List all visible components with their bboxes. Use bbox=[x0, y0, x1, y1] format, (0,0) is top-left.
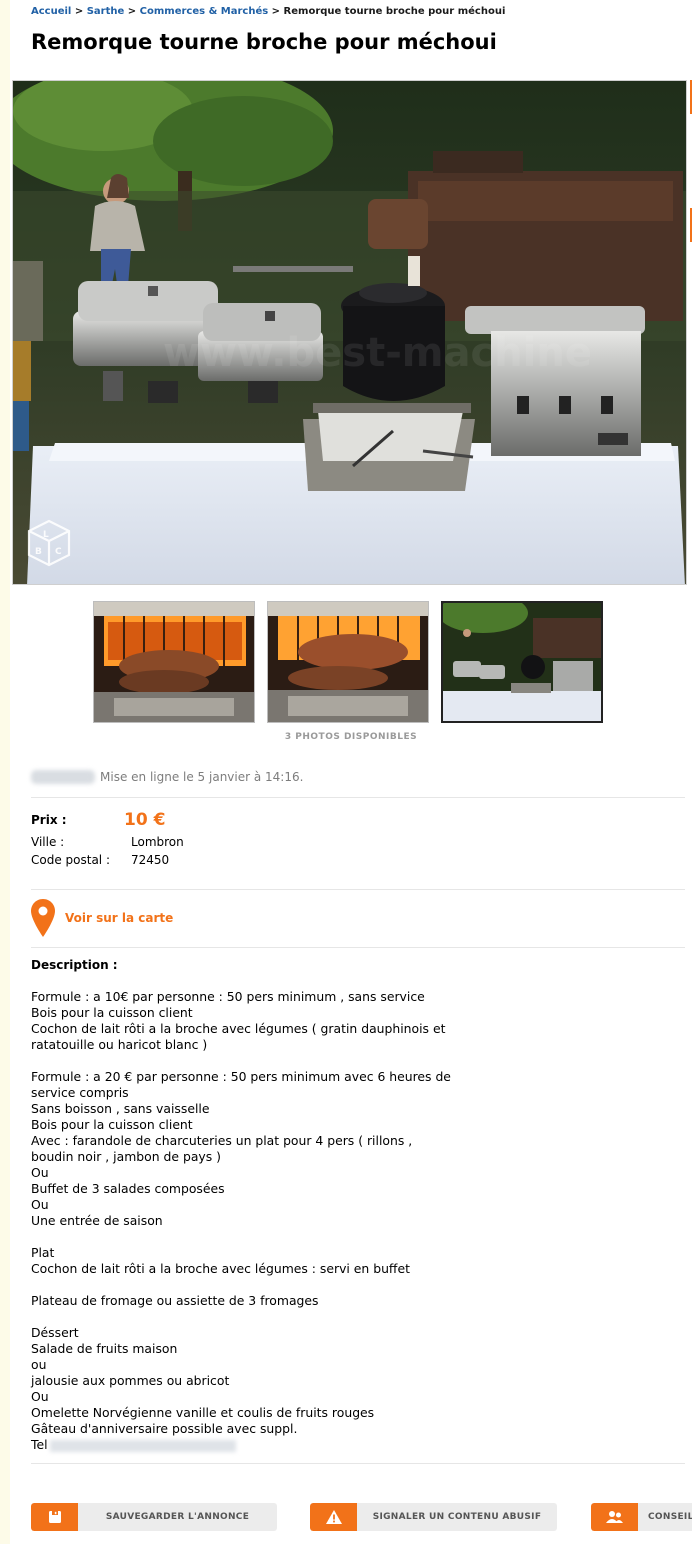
description-line: Formule : a 20 € par personne : 50 pers … bbox=[31, 1069, 451, 1084]
svg-text:C: C bbox=[55, 547, 62, 557]
description-line: Ou bbox=[31, 1197, 49, 1212]
seller-name-redacted bbox=[31, 770, 95, 784]
photos-count: 3 PHOTOS DISPONIBLES bbox=[284, 732, 418, 742]
postal-code-value: 72450 bbox=[131, 853, 170, 867]
description-line: ou bbox=[31, 1357, 47, 1372]
divider bbox=[31, 947, 685, 948]
description-line: Cochon de lait rôti a la broche avec lég… bbox=[31, 1021, 446, 1036]
thumbnail[interactable] bbox=[93, 601, 255, 723]
description-line: Ou bbox=[31, 1389, 49, 1404]
thumbnail[interactable] bbox=[267, 601, 429, 723]
description-body: Formule : a 10€ par personne : 50 pers m… bbox=[31, 989, 491, 1453]
save-ad-label: SAUVEGARDER L'ANNONCE bbox=[105, 1512, 250, 1522]
description-line: Plat bbox=[31, 1245, 55, 1260]
description-line: Déssert bbox=[31, 1325, 79, 1340]
divider bbox=[31, 889, 685, 890]
report-abuse-button[interactable]: SIGNALER UN CONTENU ABUSIF bbox=[310, 1503, 557, 1531]
description-line: Salade de fruits maison bbox=[31, 1341, 178, 1356]
svg-text:www.best-machine: www.best-machine bbox=[163, 330, 592, 376]
warning-icon bbox=[310, 1503, 357, 1531]
description-blank-line bbox=[31, 1277, 491, 1293]
description-line: boudin noir , jambon de pays ) bbox=[31, 1149, 221, 1164]
map-link-label: Voir sur la carte bbox=[65, 911, 174, 925]
description-line: Bois pour la cuisson client bbox=[31, 1117, 193, 1132]
thumbnail-selected[interactable] bbox=[441, 601, 603, 723]
map-link[interactable]: Voir sur la carte bbox=[31, 899, 173, 937]
description-line: Omelette Norvégienne vanille et coulis d… bbox=[31, 1405, 375, 1420]
postal-code-label: Code postal : bbox=[31, 853, 110, 867]
divider bbox=[31, 1463, 685, 1464]
description-title: Description : bbox=[31, 958, 118, 972]
description-line: Ou bbox=[31, 1165, 49, 1180]
price-label: Prix : bbox=[31, 813, 67, 827]
thumbnail-strip bbox=[93, 601, 603, 723]
phone-prefix: Tel bbox=[31, 1437, 48, 1452]
description-line: jalousie aux pommes ou abricot bbox=[31, 1373, 230, 1388]
svg-text:L: L bbox=[43, 530, 49, 540]
map-pin-icon bbox=[31, 899, 55, 937]
floppy-disk-icon bbox=[31, 1503, 78, 1531]
breadcrumb-separator: > bbox=[271, 6, 281, 17]
page: Accueil > Sarthe > Commerces & Marchés >… bbox=[10, 0, 692, 1544]
description-phone-line: Tel bbox=[31, 1437, 491, 1453]
description-blank-line bbox=[31, 1229, 491, 1245]
report-abuse-label: SIGNALER UN CONTENU ABUSIF bbox=[372, 1512, 542, 1522]
advice-button[interactable]: CONSEILS bbox=[591, 1503, 692, 1531]
breadcrumb-item-accueil[interactable]: Accueil bbox=[31, 6, 71, 17]
description-blank-line bbox=[31, 1053, 491, 1069]
breadcrumb: Accueil > Sarthe > Commerces & Marchés >… bbox=[31, 6, 505, 17]
main-photo[interactable]: www.best-machine L B C bbox=[12, 80, 687, 585]
description-line: Formule : a 10€ par personne : 50 pers m… bbox=[31, 989, 425, 1004]
breadcrumb-item-commerces[interactable]: Commerces & Marchés bbox=[140, 6, 269, 17]
posted-date: Mise en ligne le 5 janvier à 14:16. bbox=[100, 770, 304, 784]
description-line: service compris bbox=[31, 1085, 129, 1100]
breadcrumb-item-sarthe[interactable]: Sarthe bbox=[87, 6, 125, 17]
divider bbox=[31, 797, 685, 798]
breadcrumb-separator: > bbox=[127, 6, 137, 17]
price-value: 10 € bbox=[124, 810, 166, 830]
breadcrumb-current: Remorque tourne broche pour méchoui bbox=[283, 6, 506, 17]
svg-text:B: B bbox=[35, 547, 42, 557]
description-line: Cochon de lait rôti a la broche avec lég… bbox=[31, 1261, 410, 1276]
description-line: Buffet de 3 salades composées bbox=[31, 1181, 225, 1196]
save-ad-button[interactable]: SAUVEGARDER L'ANNONCE bbox=[31, 1503, 277, 1531]
city-label: Ville : bbox=[31, 835, 65, 849]
advice-label: CONSEILS bbox=[648, 1512, 692, 1522]
description-line: Bois pour la cuisson client bbox=[31, 1005, 193, 1020]
page-title: Remorque tourne broche pour méchoui bbox=[31, 30, 497, 54]
description-line: Plateau de fromage ou assiette de 3 from… bbox=[31, 1293, 319, 1308]
description-line: Avec : farandole de charcuteries un plat… bbox=[31, 1133, 413, 1148]
posted-line: Mise en ligne le 5 janvier à 14:16. bbox=[31, 770, 303, 784]
people-icon bbox=[591, 1503, 638, 1531]
phone-number-redacted bbox=[49, 1439, 236, 1452]
description-line: Sans boisson , sans vaisselle bbox=[31, 1101, 210, 1116]
breadcrumb-separator: > bbox=[74, 6, 84, 17]
description-line: ratatouille ou haricot blanc ) bbox=[31, 1037, 208, 1052]
city-value: Lombron bbox=[131, 835, 184, 849]
description-line: Une entrée de saison bbox=[31, 1213, 163, 1228]
description-line: Gâteau d'anniversaire possible avec supp… bbox=[31, 1421, 298, 1436]
description-blank-line bbox=[31, 1309, 491, 1325]
